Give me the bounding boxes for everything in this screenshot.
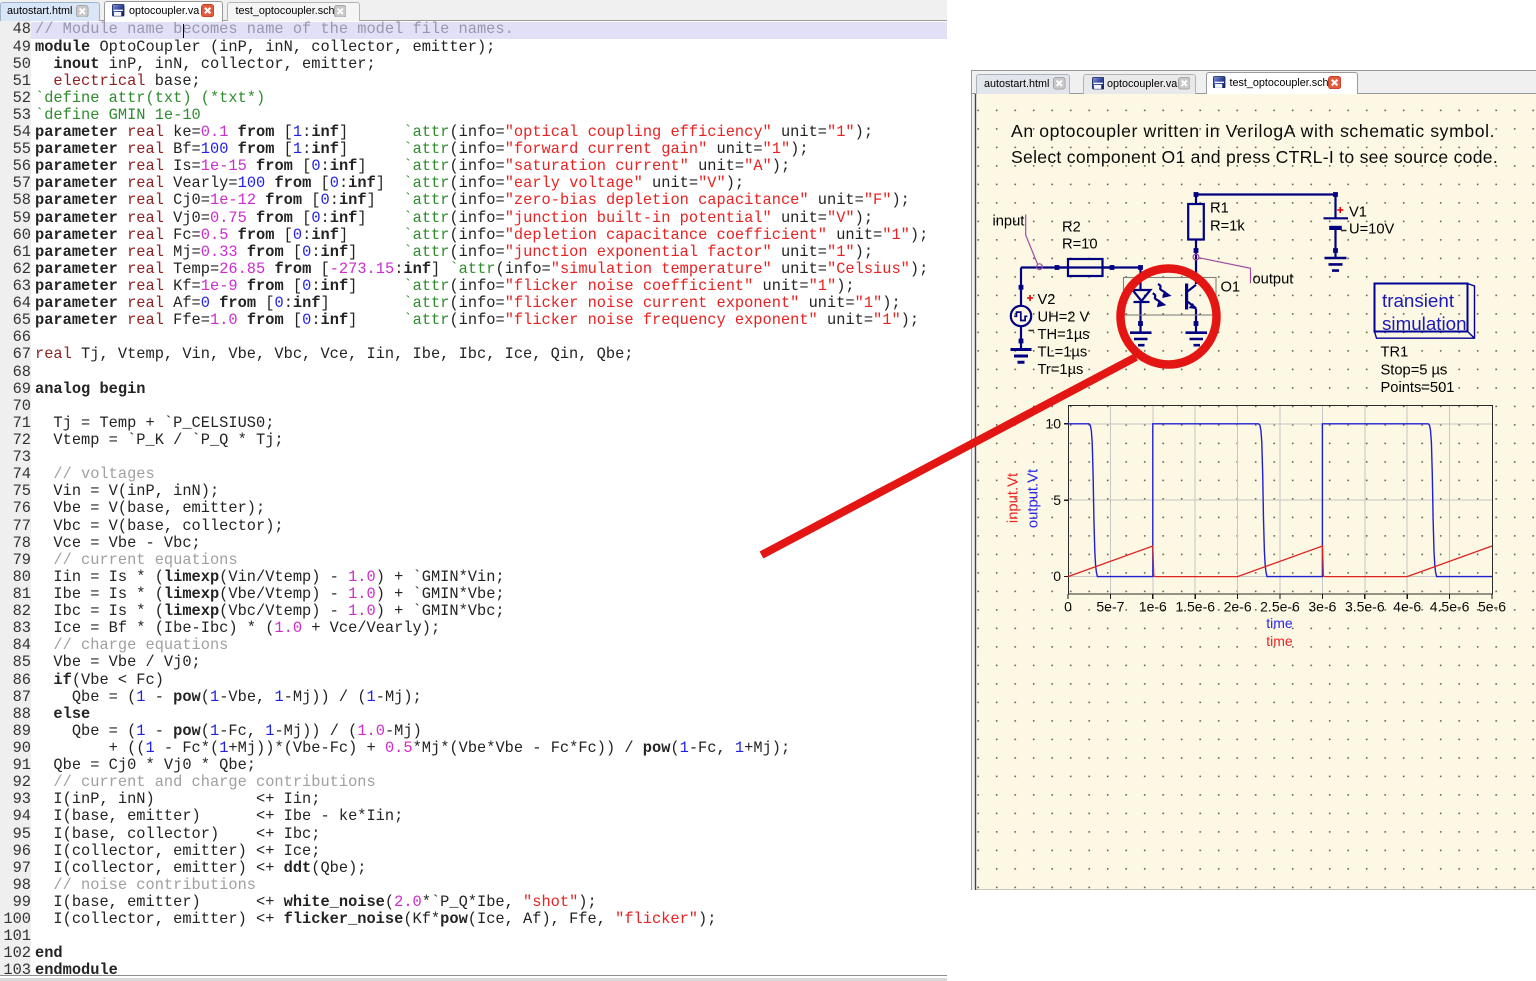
svg-text:TR1: TR1 xyxy=(1381,345,1409,361)
svg-text:input: input xyxy=(993,214,1025,230)
svg-text:TL=1µs: TL=1µs xyxy=(1038,345,1088,361)
svg-text:5e-6: 5e-6 xyxy=(1478,599,1506,615)
svg-text:3.5e-6: 3.5e-6 xyxy=(1345,599,1385,615)
svg-text:input.Vt: input.Vt xyxy=(1006,473,1022,523)
svg-text:V1: V1 xyxy=(1349,205,1367,221)
svg-text:U=10V: U=10V xyxy=(1349,222,1395,238)
svg-text:O1: O1 xyxy=(1221,280,1241,296)
svg-text:UH=2 V: UH=2 V xyxy=(1038,310,1090,326)
svg-text:1.5e-6: 1.5e-6 xyxy=(1175,599,1215,615)
svg-text:Tr=1µs: Tr=1µs xyxy=(1038,362,1084,378)
svg-text:Points=501: Points=501 xyxy=(1381,380,1455,396)
svg-text:simulation: simulation xyxy=(1382,313,1467,334)
svg-text:Select component O1 and press: Select component O1 and press CTRL-I to … xyxy=(1011,147,1498,167)
svg-text:R1: R1 xyxy=(1210,201,1229,217)
svg-text:5e-7: 5e-7 xyxy=(1096,599,1124,615)
svg-text:0: 0 xyxy=(1053,568,1061,584)
svg-text:time: time xyxy=(1266,615,1293,631)
svg-text:2e-6: 2e-6 xyxy=(1224,599,1252,615)
svg-text:4.5e-6: 4.5e-6 xyxy=(1430,599,1470,615)
svg-text:2.5e-6: 2.5e-6 xyxy=(1260,599,1300,615)
svg-text:time: time xyxy=(1266,633,1293,649)
svg-text:Stop=5 µs: Stop=5 µs xyxy=(1381,363,1448,379)
svg-text:1e-6: 1e-6 xyxy=(1139,599,1167,615)
svg-text:TH=1µs: TH=1µs xyxy=(1038,327,1090,343)
svg-text:3e-6: 3e-6 xyxy=(1308,599,1336,615)
svg-text:R2: R2 xyxy=(1062,220,1081,236)
svg-text:R=1k: R=1k xyxy=(1210,219,1245,235)
svg-text:10: 10 xyxy=(1045,415,1061,431)
svg-text:R=10: R=10 xyxy=(1062,237,1098,253)
svg-text:V2: V2 xyxy=(1038,292,1056,308)
svg-text:output: output xyxy=(1253,272,1294,288)
svg-text:transient: transient xyxy=(1382,290,1455,311)
svg-text:An optocoupler written in Veri: An optocoupler written in VerilogA with … xyxy=(1011,121,1495,141)
svg-text:0: 0 xyxy=(1064,599,1072,615)
svg-text:output.Vt: output.Vt xyxy=(1026,469,1042,528)
svg-text:4e-6: 4e-6 xyxy=(1393,599,1421,615)
svg-text:5: 5 xyxy=(1053,492,1061,508)
